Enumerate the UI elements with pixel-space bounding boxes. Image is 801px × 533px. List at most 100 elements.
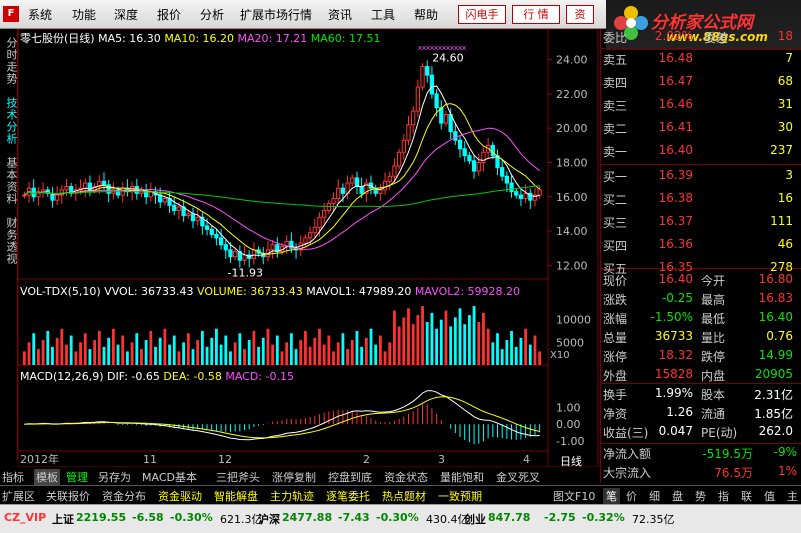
ask-volume: 237 [770, 143, 793, 157]
index-name[interactable]: 沪深 [258, 511, 280, 527]
menu-help[interactable]: 帮助 [414, 6, 438, 23]
dif-line [24, 390, 540, 441]
index-percent: -0.32% [582, 511, 625, 524]
ask-volume: 30 [777, 120, 793, 134]
low-price-annotation: -11.93 [227, 266, 262, 279]
y-tick-label: 18.00 [556, 157, 588, 170]
bid-volume: 3 [785, 168, 793, 182]
menu-analysis[interactable]: 分析 [200, 6, 224, 23]
candle-body [214, 233, 219, 239]
account-label[interactable]: CZ_VIP [4, 511, 46, 524]
quote-detail-tab[interactable]: 指 [718, 488, 729, 504]
ask-row[interactable]: 卖五 16.48 7 [601, 51, 801, 70]
quote-detail-tab[interactable]: 主 [787, 488, 798, 504]
candle-body [387, 175, 392, 182]
candle-body [233, 251, 238, 258]
indicator-tab[interactable]: 三把斧头 [216, 469, 260, 485]
candle-body [83, 182, 88, 189]
quote-detail-tab[interactable]: 联 [741, 488, 752, 504]
extension-tab[interactable]: 扩展区 [2, 488, 35, 504]
indicator-tab[interactable]: 另存为 [98, 469, 131, 485]
fundamental-value: 0.047 [658, 424, 693, 438]
tab-fundamentals[interactable]: 基本资料 [1, 155, 18, 207]
bid-label: 买一 [603, 170, 628, 184]
ask-row[interactable]: 卖二 16.41 30 [601, 120, 801, 139]
candle-body [22, 194, 27, 197]
fund-flow-pct: 1% [777, 464, 797, 478]
ask-row[interactable]: 卖四 16.47 68 [601, 74, 801, 93]
ask-volume: 68 [777, 74, 793, 88]
quote-detail-tab[interactable]: 盘 [672, 488, 683, 504]
candle-body [251, 249, 257, 259]
extension-tab[interactable]: 热点题材 [382, 488, 426, 504]
ask-price: 16.47 [658, 74, 693, 88]
extension-tab[interactable]: 逐笔委托 [326, 488, 370, 504]
candle-body [504, 175, 510, 184]
indicator-tab[interactable]: MACD基本 [142, 469, 197, 485]
extension-tab[interactable]: 智能解盘 [214, 488, 258, 504]
bid-row[interactable]: 买一 16.39 3 [601, 168, 801, 187]
extension-tab[interactable]: 主力轨迹 [270, 488, 314, 504]
extension-tab[interactable]: 一致预期 [438, 488, 482, 504]
quote-detail-tab[interactable]: 价 [626, 488, 637, 504]
info-button[interactable]: 资 [566, 5, 594, 24]
menu-depth[interactable]: 深度 [114, 6, 138, 23]
index-name[interactable]: 创业 [464, 511, 486, 527]
vol-tick-label: 10000 [556, 314, 591, 327]
extension-tab[interactable]: 关联报价 [46, 488, 90, 504]
menu-system[interactable]: 系统 [28, 6, 52, 23]
candle-body [396, 151, 402, 167]
indicator-tab[interactable]: 量能饱和 [440, 469, 484, 485]
fundamental-label: 流通 [701, 407, 726, 421]
menu-function[interactable]: 功能 [72, 6, 96, 23]
menu-quote[interactable]: 报价 [157, 6, 181, 23]
volume-label: VOLUME: 36733.43 [197, 285, 303, 298]
menu-news[interactable]: 资讯 [328, 6, 352, 23]
bid-row[interactable]: 买二 16.38 16 [601, 191, 801, 210]
candle-body [176, 206, 182, 211]
index-name[interactable]: 上证 [52, 511, 74, 527]
quote-button[interactable]: 行 情 [512, 5, 560, 24]
extension-tab[interactable]: 资金驱动 [158, 488, 202, 504]
quote-detail-tab[interactable]: 图文F10 [553, 488, 595, 504]
stat-label: 外盘 [603, 369, 628, 383]
indicator-tab[interactable]: 控盘到底 [328, 469, 372, 485]
tab-technical-analysis[interactable]: 技术分析 [1, 95, 18, 147]
candle-body [359, 185, 364, 194]
menu-tools[interactable]: 工具 [371, 6, 395, 23]
extension-bar: 扩展区 关联报价 资金分布 资金驱动 智能解盘 主力轨迹 逐笔委托 热点题材 一致预期 图文F10… [0, 485, 801, 504]
candle-body [64, 185, 69, 191]
candle-body [425, 66, 430, 76]
fundamental-row: 净资 1.26 流通 1.85亿 [601, 405, 801, 424]
price-panel-border [18, 29, 549, 280]
extension-tab[interactable]: 资金分布 [102, 488, 146, 504]
tab-financials[interactable]: 财务透视 [1, 215, 18, 267]
menu-extended-market[interactable]: 扩展市场行情 [240, 6, 312, 23]
indicator-tab[interactable]: 模板 [34, 469, 60, 485]
indicator-tab[interactable]: 资金状态 [384, 469, 428, 485]
ask-row[interactable]: 卖三 16.46 31 [601, 97, 801, 116]
candle-body [382, 180, 388, 191]
tab-intraday[interactable]: 分时走势 [1, 35, 18, 87]
quote-detail-tab[interactable]: 细 [649, 488, 660, 504]
stat-label: 涨停 [603, 350, 628, 364]
indicator-tab[interactable]: 管理 [66, 469, 88, 485]
index-status-bar: CZ_VIP 上证 2219.55 -6.58 -0.30% 621.3亿 沪深 2477.8… [0, 504, 801, 533]
bid-row[interactable]: 买四 16.36 46 [601, 237, 801, 256]
quote-detail-tab[interactable]: 值 [764, 488, 775, 504]
ask-row[interactable]: 卖一 16.40 237 [601, 143, 801, 162]
chart-canvas[interactable]: 12.0014.0016.0018.0020.0022.0024.0024.60… [18, 29, 599, 467]
indicator-tab[interactable]: 金叉死叉 [496, 469, 540, 485]
stat-value: 16.40 [658, 272, 693, 286]
quote-detail-tab[interactable]: 势 [695, 488, 706, 504]
y-tick-label: 20.00 [556, 122, 588, 135]
indicator-tab[interactable]: 指标 [2, 469, 24, 485]
indicator-tab[interactable]: 涨停复制 [272, 469, 316, 485]
bid-row[interactable]: 买三 16.37 111 [601, 214, 801, 233]
flash-trade-button[interactable]: 闪电手 [458, 5, 506, 24]
candle-body [340, 187, 346, 194]
quote-detail-tab[interactable]: 笔 [603, 488, 620, 504]
macd-tick-label: -1.00 [556, 435, 584, 448]
commission-ratio-value: 2.02% [654, 29, 693, 43]
candle-body [303, 237, 308, 244]
